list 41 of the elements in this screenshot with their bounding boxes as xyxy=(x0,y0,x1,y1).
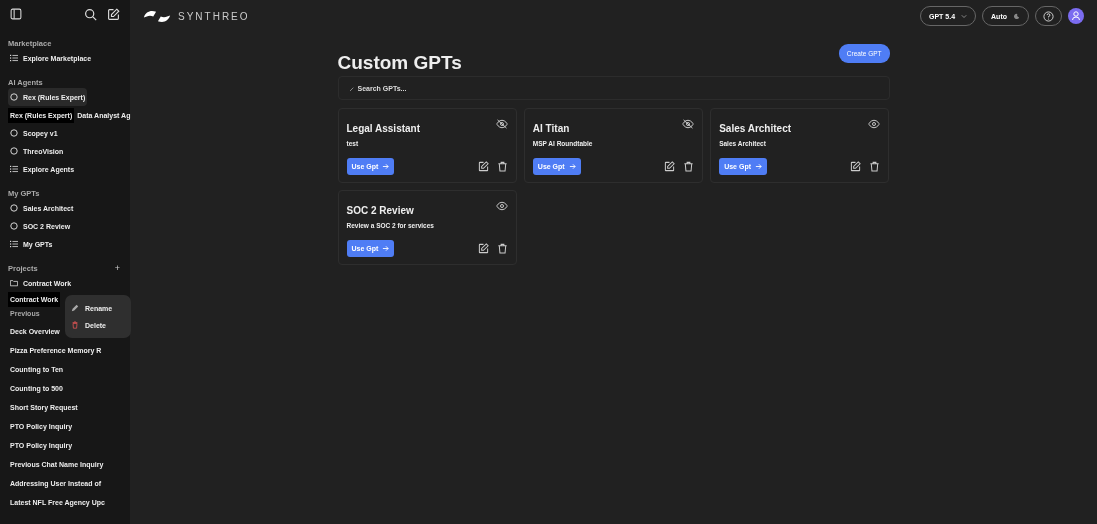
list-icon xyxy=(10,54,18,62)
sidebar-toggle-icon[interactable] xyxy=(10,8,22,20)
eye-icon[interactable] xyxy=(868,119,881,129)
moon-icon xyxy=(1013,12,1020,20)
list-icon xyxy=(10,240,18,248)
circle-icon xyxy=(10,204,18,212)
edit-icon[interactable] xyxy=(664,161,676,172)
arrow-icon xyxy=(755,163,762,170)
trash-icon[interactable] xyxy=(869,161,881,172)
add-project-button[interactable]: + xyxy=(114,263,120,273)
logo-icon xyxy=(142,8,172,24)
arrow-icon xyxy=(568,163,576,170)
avatar-icon[interactable] xyxy=(1068,8,1084,24)
new-chat-icon[interactable] xyxy=(107,7,120,21)
trash-icon[interactable] xyxy=(683,161,695,172)
eye-off-icon[interactable] xyxy=(495,119,508,129)
trash-icon[interactable] xyxy=(496,243,508,254)
eye-off-icon[interactable] xyxy=(682,119,695,129)
card-title: SOC 2 Review xyxy=(346,205,414,216)
brand-name: SYNTHREO xyxy=(178,10,250,22)
edit-icon[interactable] xyxy=(850,161,862,172)
edit-icon[interactable] xyxy=(477,161,489,172)
circle-icon xyxy=(10,129,18,137)
card-title: Legal Assistant xyxy=(346,123,421,134)
edit-icon[interactable] xyxy=(477,243,489,254)
folder-icon xyxy=(10,279,18,287)
page-title: Custom GPTs xyxy=(337,52,462,74)
circle-icon xyxy=(10,147,18,155)
circle-icon xyxy=(10,222,18,230)
circle-icon xyxy=(10,93,18,101)
eye-icon[interactable] xyxy=(495,201,508,211)
list-icon xyxy=(10,165,18,173)
help-icon xyxy=(1043,10,1054,22)
trash-icon xyxy=(71,321,79,329)
card-title: AI Titan xyxy=(532,123,570,134)
pencil-icon xyxy=(71,304,79,312)
arrow-icon xyxy=(382,163,390,170)
arrow-icon xyxy=(382,245,390,252)
card-title: Sales Architect xyxy=(719,123,792,134)
chevron-icon xyxy=(961,13,968,19)
trash-icon[interactable] xyxy=(496,161,508,172)
